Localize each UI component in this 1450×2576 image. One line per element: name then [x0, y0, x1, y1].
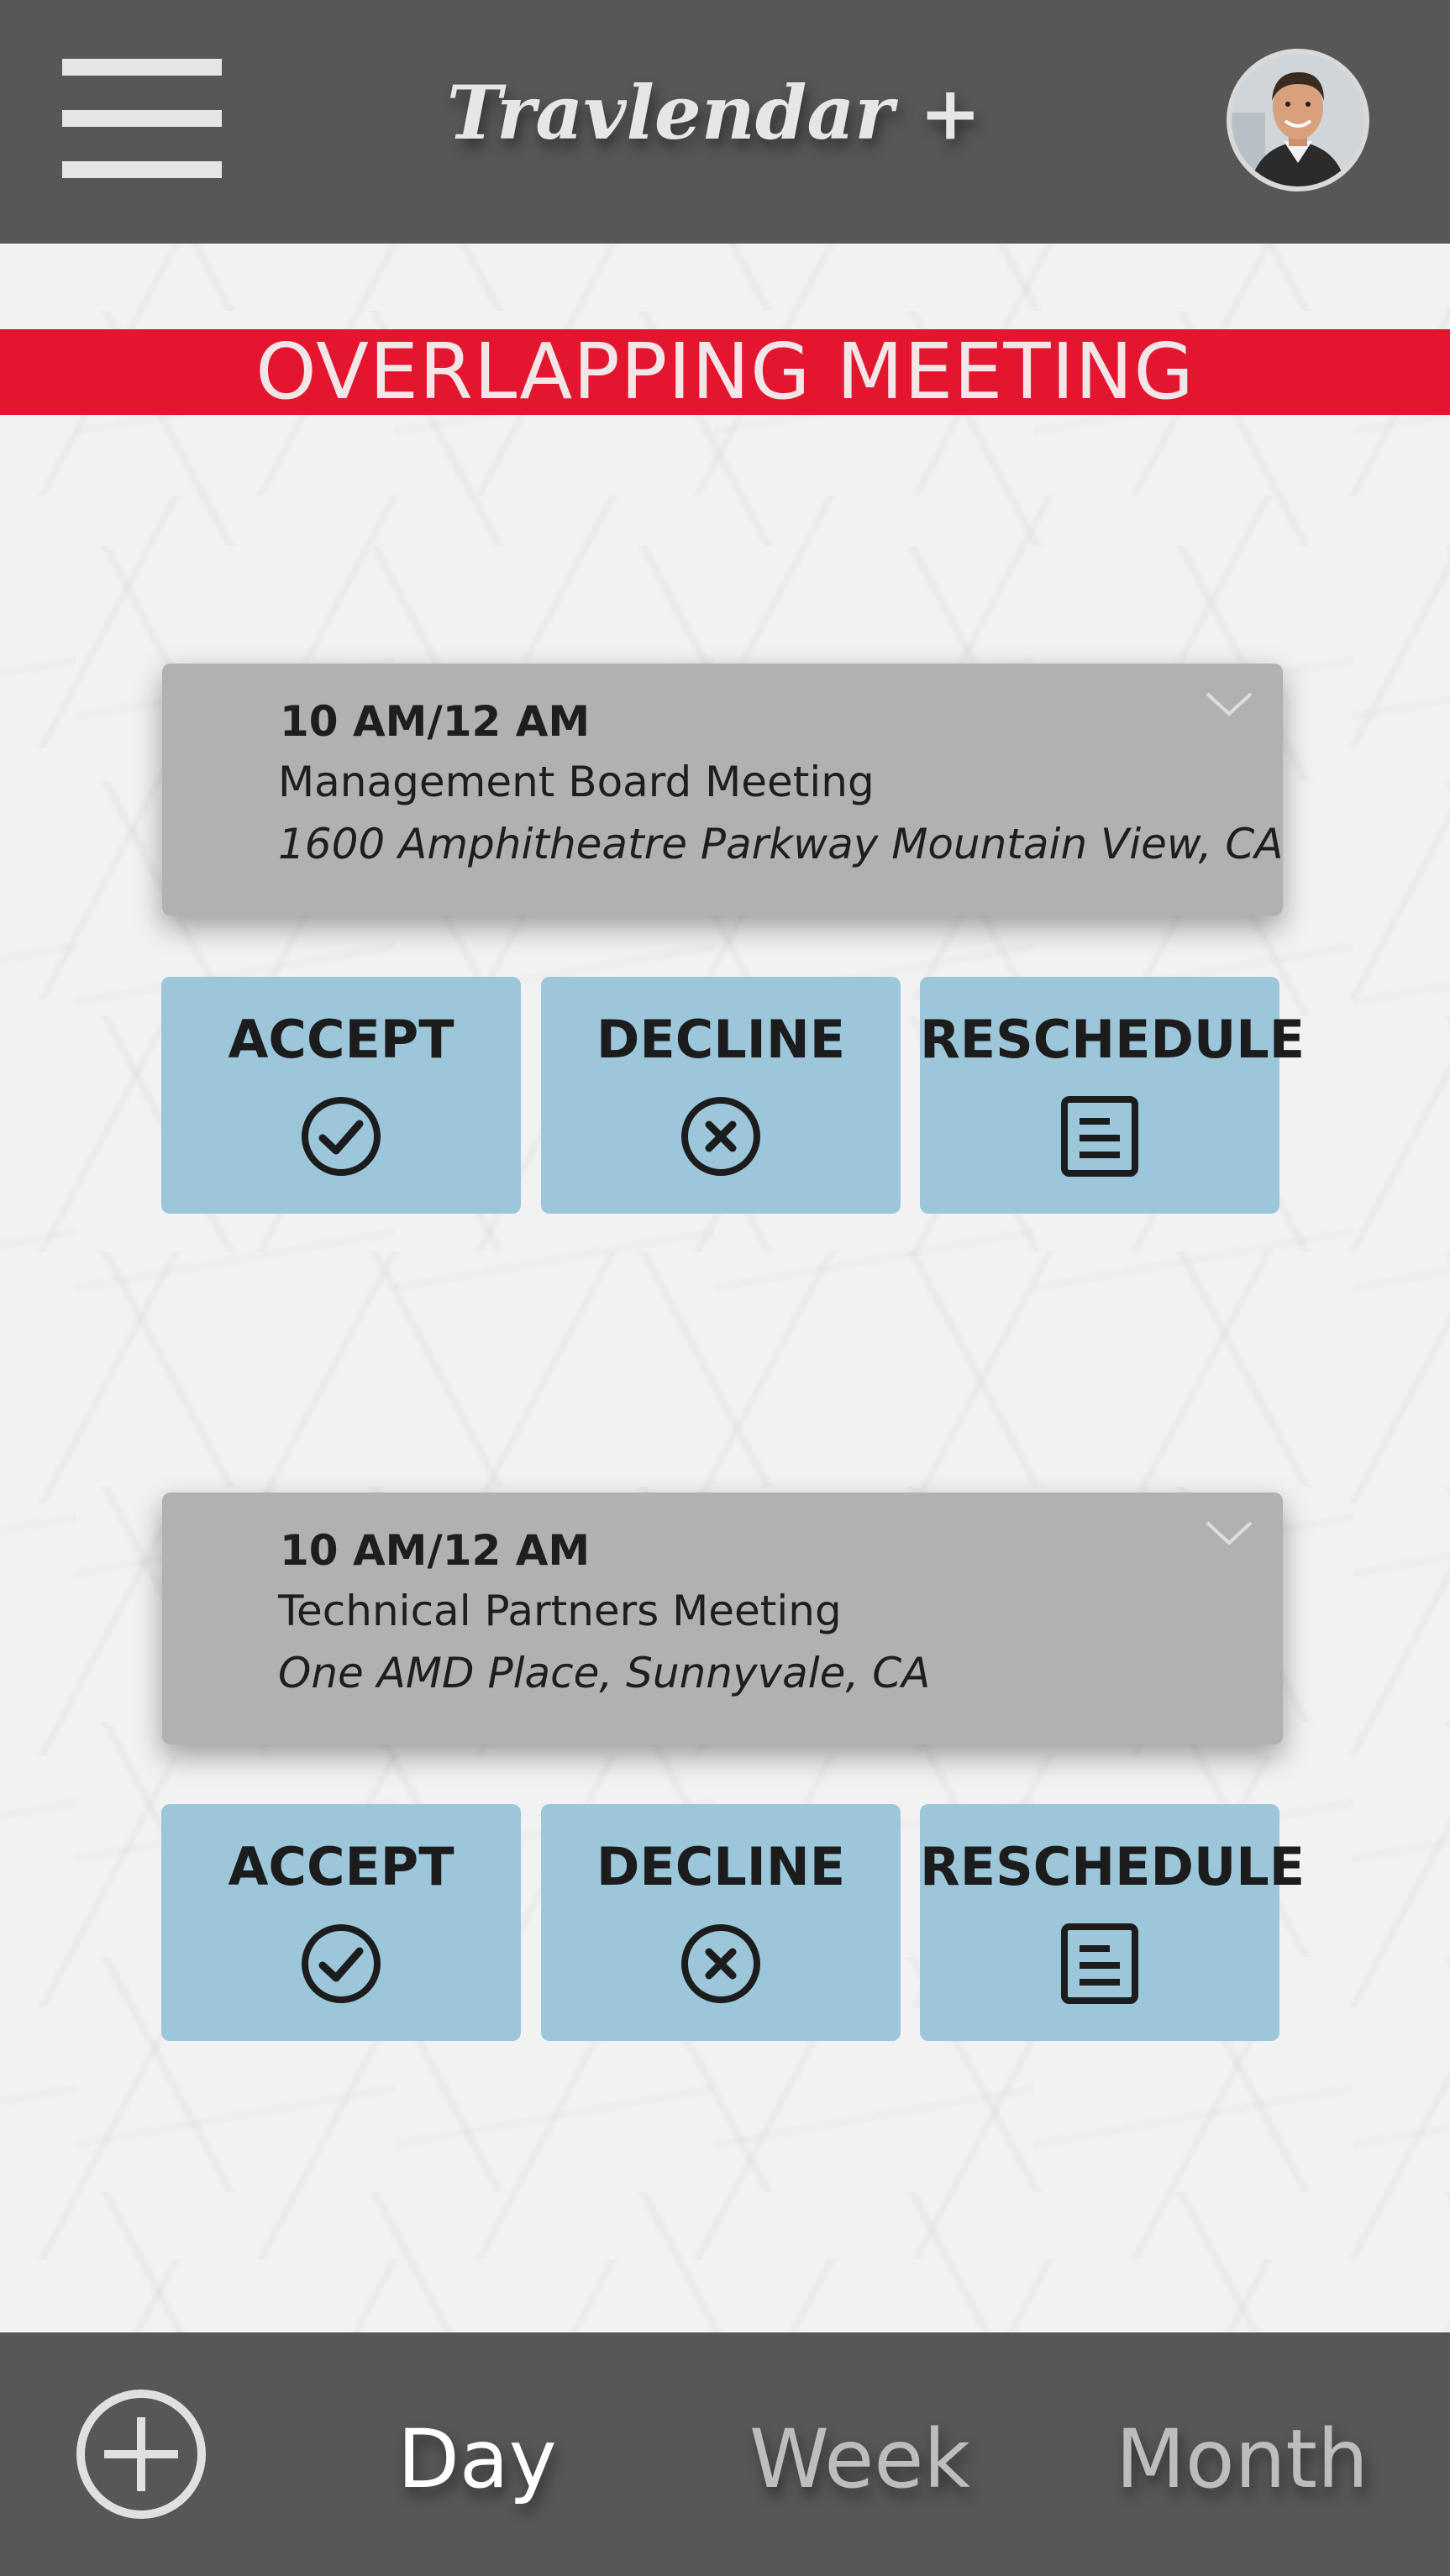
bottom-nav-bar: Day Week Month: [0, 2332, 1450, 2576]
user-avatar[interactable]: [1227, 49, 1369, 191]
tab-week[interactable]: Week: [749, 2412, 970, 2506]
decline-label: DECLINE: [596, 1009, 846, 1070]
overlapping-meeting-banner: OVERLAPPING MEETING: [0, 329, 1450, 415]
x-circle-icon: [679, 1094, 763, 1178]
check-circle-icon: [299, 1922, 383, 2006]
reschedule-button[interactable]: RESCHEDULE: [920, 1804, 1306, 2041]
accept-label: ACCEPT: [228, 1836, 454, 1897]
reschedule-button[interactable]: RESCHEDULE: [920, 977, 1306, 1214]
meeting-card[interactable]: 10 AM/12 AM Management Board Meeting 160…: [162, 664, 1283, 916]
document-icon: [1058, 1094, 1142, 1178]
chevron-down-icon[interactable]: [1204, 1516, 1254, 1550]
accept-label: ACCEPT: [228, 1009, 454, 1070]
meeting-name: Management Board Meeting: [278, 758, 875, 806]
decline-button[interactable]: DECLINE: [541, 1804, 901, 2041]
reschedule-label: RESCHEDULE: [920, 1009, 1306, 1070]
decline-label: DECLINE: [596, 1836, 846, 1897]
chevron-down-icon[interactable]: [1204, 687, 1254, 721]
plus-circle-icon[interactable]: [74, 2387, 208, 2521]
tab-month[interactable]: Month: [1116, 2412, 1369, 2506]
meeting-card[interactable]: 10 AM/12 AM Technical Partners Meeting O…: [162, 1493, 1283, 1744]
meeting-time: 10 AM/12 AM: [280, 1526, 591, 1575]
meeting-address: One AMD Place, Sunnyvale, CA: [278, 1649, 931, 1697]
tab-day[interactable]: Day: [397, 2412, 557, 2506]
accept-button[interactable]: ACCEPT: [161, 1804, 521, 2041]
reschedule-label: RESCHEDULE: [920, 1836, 1306, 1897]
x-circle-icon: [679, 1922, 763, 2006]
meeting-time: 10 AM/12 AM: [280, 697, 591, 746]
meeting-name: Technical Partners Meeting: [278, 1587, 842, 1635]
document-icon: [1058, 1922, 1142, 2006]
accept-button[interactable]: ACCEPT: [161, 977, 521, 1214]
top-bar: Travlendar +: [0, 0, 1450, 244]
check-circle-icon: [299, 1094, 383, 1178]
meeting-address: 1600 Amphitheatre Parkway Mountain View,…: [278, 820, 1284, 868]
app-title: Travlendar +: [446, 69, 982, 156]
decline-button[interactable]: DECLINE: [541, 977, 901, 1214]
hamburger-menu-icon[interactable]: [62, 59, 222, 178]
